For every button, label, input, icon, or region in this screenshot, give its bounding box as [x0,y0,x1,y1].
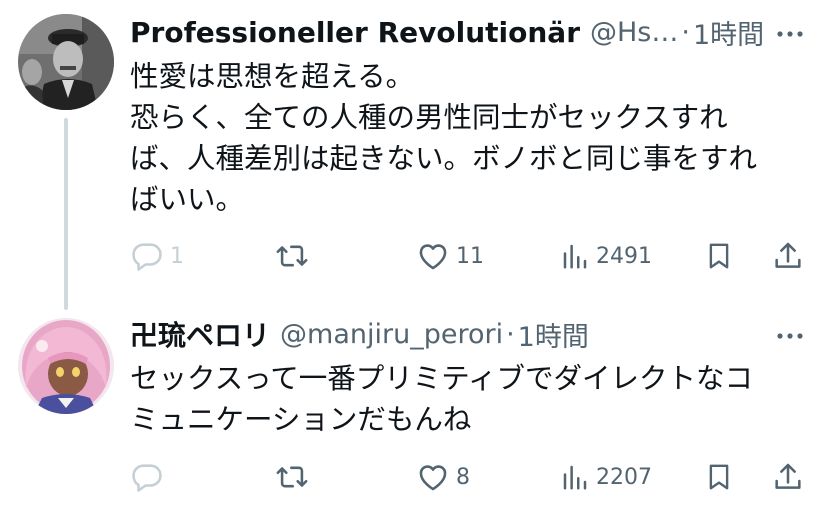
retweet-icon [274,239,310,273]
reply-count: 1 [170,243,184,269]
tweet-text-line: ミュニケーションだもんね [130,403,472,436]
like-button[interactable]: 8 [416,457,470,497]
tweet-header: Professioneller Revolutionär @Hs… · 1時間 [130,12,768,52]
tweet-text: 性愛は思想を超える。 恐らく、全ての人種の男性同士がセックスすれ ば、人種差別は… [130,56,790,220]
view-count: 2491 [596,243,652,269]
like-count: 8 [456,464,470,490]
views-button[interactable]: 2491 [560,236,652,276]
user-handle[interactable]: @Hs… [590,17,678,48]
views-bar-chart-icon [560,240,590,272]
separator-dot: · [506,318,515,350]
like-button[interactable]: 11 [416,236,484,276]
tweet-text-line: ば、人種差別は起きない。ボノボと同じ事をすれ [130,142,758,175]
tweet-text: セックスって一番プリミティブでダイレクトなコ ミュニケーションだもんね [130,358,790,440]
avatar[interactable] [18,318,114,414]
reply-button[interactable] [130,457,170,497]
reply-icon [130,239,164,273]
tweet[interactable]: 卍琉ペロリ @manjiru_perori · 1時間 セックスって一番プリミテ… [0,296,828,513]
display-name[interactable]: Professioneller Revolutionär [130,16,580,49]
tweet-text-line: 恐らく、全ての人種の男性同士がセックスすれ [130,101,728,134]
more-dots-icon[interactable] [774,320,806,352]
action-bar: 1 11 2491 [130,236,810,276]
tweet-text-line: セックスって一番プリミティブでダイレクトなコ [130,362,754,395]
tweet-header: 卍琉ペロリ @manjiru_perori · 1時間 [130,314,768,354]
display-name[interactable]: 卍琉ペロリ [130,314,270,354]
like-count: 11 [456,243,484,269]
bookmark-icon [704,460,734,494]
tweet-text-line: 性愛は思想を超える。 [130,60,415,93]
timestamp[interactable]: 1時間 [518,315,589,354]
heart-icon [416,460,450,494]
retweet-button[interactable] [274,457,316,497]
retweet-icon [274,460,310,494]
share-icon [772,460,804,494]
user-handle[interactable]: @manjiru_perori [280,319,503,350]
separator-dot: · [681,16,690,48]
bookmark-button[interactable] [704,457,734,497]
share-button[interactable] [772,236,804,276]
thread-connector-line [64,118,68,310]
timestamp[interactable]: 1時間 [693,13,764,52]
reply-button[interactable]: 1 [130,236,184,276]
share-button[interactable] [772,457,804,497]
bookmark-icon [704,239,734,273]
avatar[interactable] [18,14,114,110]
bookmark-button[interactable] [704,236,734,276]
tweet-text-line: ばいい。 [130,183,245,216]
views-button[interactable]: 2207 [560,457,652,497]
reply-icon [130,460,164,494]
more-dots-icon[interactable] [774,18,806,50]
tweet[interactable]: Professioneller Revolutionär @Hs… · 1時間 … [0,0,828,310]
share-icon [772,239,804,273]
action-bar: 8 2207 [130,457,810,497]
views-bar-chart-icon [560,461,590,493]
heart-icon [416,239,450,273]
retweet-button[interactable] [274,236,316,276]
view-count: 2207 [596,464,652,490]
